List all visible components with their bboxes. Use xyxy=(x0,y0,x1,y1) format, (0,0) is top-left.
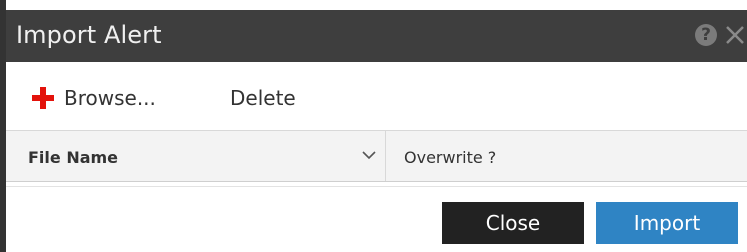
chevron-down-icon[interactable] xyxy=(362,150,376,160)
column-header-file-name[interactable]: File Name xyxy=(6,131,386,181)
delete-label: Delete xyxy=(230,86,296,110)
close-button[interactable]: Close xyxy=(442,202,584,244)
browse-button[interactable]: Browse... xyxy=(32,84,156,112)
import-alert-dialog: Import Alert ? Browse... Delete File Nam… xyxy=(0,0,747,252)
dialog-titlebar: Import Alert ? xyxy=(6,10,747,62)
delete-button[interactable]: Delete xyxy=(230,84,296,112)
column-label-overwrite[interactable]: Overwrite ? xyxy=(404,148,496,167)
file-table-header: File Name Overwrite ? xyxy=(6,130,747,182)
plus-icon xyxy=(32,87,54,109)
import-button[interactable]: Import xyxy=(596,202,738,244)
close-icon[interactable] xyxy=(723,18,747,50)
dialog-toolbar: Browse... Delete xyxy=(6,62,747,130)
dialog-title: Import Alert xyxy=(16,21,162,49)
file-table-body xyxy=(6,182,747,187)
browse-label: Browse... xyxy=(64,86,156,110)
help-icon[interactable]: ? xyxy=(695,24,717,46)
column-label-file-name: File Name xyxy=(28,148,119,167)
